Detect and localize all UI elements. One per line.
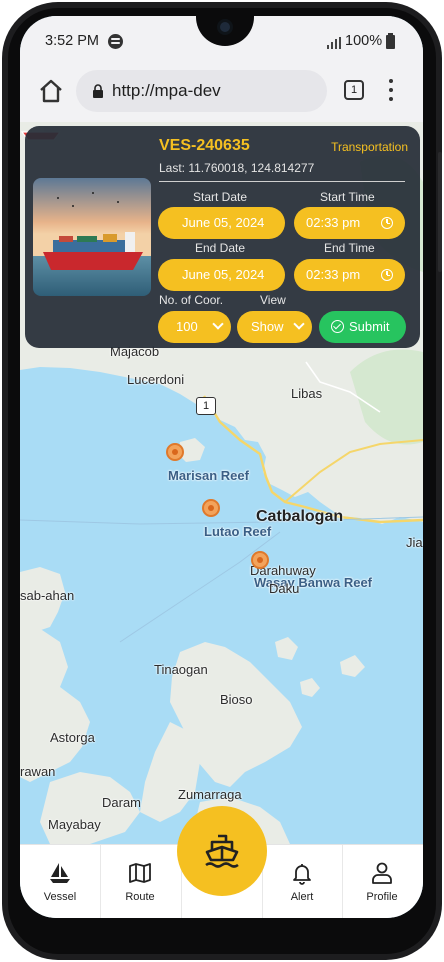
map-label-lucerdoni: Lucerdoni [127,372,185,387]
end-date-value: June 05, 2024 [182,267,265,282]
road-number-shield: 1 [196,397,216,415]
end-date-label: End Date [195,241,246,255]
nav-profile-label: Profile [366,891,398,903]
map-label-libas: Libas [291,386,323,401]
map-label-jia: Jia [406,535,423,550]
submit-label: Submit [349,319,390,334]
map-label-mayabay: Mayabay [48,817,101,832]
browser-toolbar: http://mpa-dev 1 [20,66,423,122]
vessel-info-panel: VES-240635 Transportation Last: 11.76001… [25,126,420,348]
last-position: Last: 11.760018, 124.814277 [159,161,315,175]
start-date-picker[interactable]: June 05, 2024 [158,207,285,239]
map-label-daku: Daku [269,581,300,596]
ship-icon [205,834,239,868]
end-date-picker[interactable]: June 05, 2024 [158,259,285,291]
battery-icon [386,33,395,49]
camera-notch [196,16,254,46]
view-value: Show [251,319,284,334]
route-point-marker[interactable] [166,443,184,461]
address-bar[interactable]: http://mpa-dev [76,70,327,112]
url-text: http://mpa-dev [112,81,221,100]
start-time-picker[interactable]: 02:33 pm [294,207,405,239]
map-label-tinaogan: Tinaogan [154,662,208,677]
vessel-category: Transportation [331,140,408,154]
map-label-sab-ahan: sab-ahan [20,588,75,603]
phone-screen: 3:52 PM 100% http://mpa-dev 1 Majacob Lu… [20,16,423,918]
lock-icon [93,84,103,98]
map-label-marisan-reef: Marisan Reef [168,468,249,483]
map-label-daram: Daram [102,795,142,810]
view-select[interactable]: Show [237,311,312,343]
end-time-value: 02:33 pm [306,267,361,282]
map-icon [129,863,151,883]
chevron-down-icon [212,318,224,330]
overflow-menu-icon[interactable] [386,79,396,101]
sailboat-icon [50,863,70,883]
chevron-down-icon [293,318,305,330]
tab-count-button[interactable]: 1 [344,80,364,100]
map-label-lutao-reef: Lutao Reef [204,524,272,539]
end-time-label: End Time [324,241,375,255]
map-label-astorga: Astorga [50,730,95,745]
nav-vessel[interactable]: Vessel [20,845,100,918]
spotify-icon [108,34,123,49]
status-time: 3:52 PM [45,33,99,49]
end-time-picker[interactable]: 02:33 pm [294,259,405,291]
clock-icon [381,217,393,229]
bell-icon [293,864,311,885]
coords-count-value: 100 [176,319,198,334]
nav-alert-label: Alert [290,891,314,903]
nav-alert[interactable]: Alert [262,845,342,918]
map-label-zumarraga: Zumarraga [178,787,242,802]
nav-route[interactable]: Route [100,845,180,918]
home-icon[interactable] [38,78,64,104]
route-point-marker[interactable] [202,499,220,517]
camera-icon [217,19,233,35]
start-date-value: June 05, 2024 [182,215,265,230]
check-circle-icon [331,320,344,333]
status-bar: 3:52 PM 100% [20,16,423,66]
map-label-bioso: Bioso [220,692,253,707]
user-icon [372,862,392,884]
nav-route-label: Route [125,891,155,903]
vessel-id: VES-240635 [159,137,250,154]
start-date-label: Start Date [193,190,248,204]
clock-icon [381,269,393,281]
battery-percent: 100% [345,33,383,49]
start-time-label: Start Time [320,190,375,204]
panel-divider [159,181,405,182]
map-label-catbalogan: Catbalogan [256,508,344,525]
start-time-value: 02:33 pm [306,215,361,230]
coords-count-label: No. of Coor. [159,293,224,307]
signal-icon [327,37,341,49]
map-label-rawan: rawan [20,764,56,779]
route-point-marker[interactable] [251,551,269,569]
nav-profile[interactable]: Profile [342,845,422,918]
phone-side-button [438,152,442,272]
view-label: View [260,293,286,307]
vessel-photo [33,178,151,296]
nav-vessel-label: Vessel [43,891,77,903]
ship-fab-button[interactable] [177,806,267,896]
submit-button[interactable]: Submit [319,311,406,343]
coords-count-select[interactable]: 100 [158,311,231,343]
